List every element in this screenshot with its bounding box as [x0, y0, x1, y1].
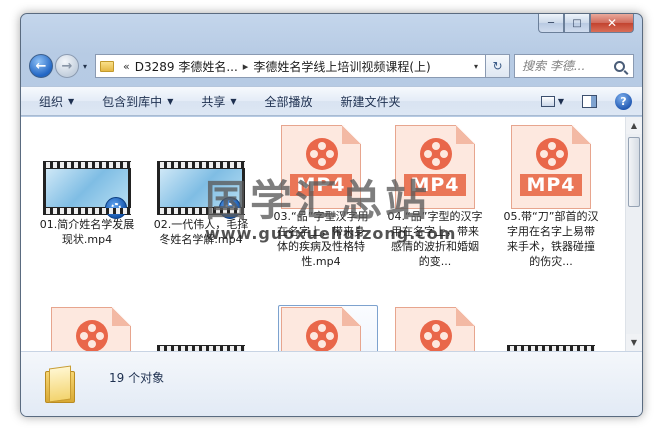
- file-extension-label: MP4: [404, 174, 466, 196]
- file-thumbnail: [383, 307, 487, 351]
- film-reel-icon: [536, 138, 568, 170]
- search-icon[interactable]: [614, 60, 625, 72]
- recent-pages-dropdown[interactable]: ▾: [79, 62, 91, 71]
- file-list[interactable]: 01.简介姓名学发展现状.mp4 02.一代伟人，毛择冬姓名学解.mp4 MP4…: [21, 117, 642, 351]
- refresh-button[interactable]: ↻: [486, 54, 510, 78]
- folder-icon: [100, 60, 114, 72]
- minimize-button[interactable]: ─: [538, 14, 564, 33]
- file-thumbnail: MP4: [383, 125, 487, 209]
- player-badge-icon: [105, 197, 127, 219]
- command-bar-right: ▼ ?: [540, 92, 642, 110]
- breadcrumb-separator[interactable]: ▸: [238, 60, 254, 73]
- file-name: 04.“品”字型的汉字用在名字上，带来感情的波折和婚姻的变...: [387, 210, 483, 268]
- play-all-button[interactable]: 全部播放: [265, 93, 313, 110]
- folder-icon: [45, 365, 75, 403]
- file-thumbnail: MP4: [499, 125, 603, 209]
- film-reel-icon: [420, 138, 452, 170]
- item-count: 19 个对象: [109, 370, 165, 385]
- file-item[interactable]: MP4 03.“品”字型汉字用在名字上，带来身体的疾病及性格特性.mp4: [269, 125, 373, 269]
- file-name: 03.“品”字型汉字用在名字上，带来身体的疾病及性格特性.mp4: [273, 210, 369, 268]
- organize-label: 组织: [39, 94, 64, 109]
- film-reel-icon: [420, 320, 452, 351]
- chevron-down-icon: ▼: [68, 96, 75, 106]
- command-bar: 组织 ▼ 包含到库中 ▼ 共享 ▼ 全部播放 新建文件夹 ▼ ?: [21, 86, 642, 116]
- file-thumbnail: [39, 307, 143, 351]
- explorer-window: ─ □ ✕ ← → ▾ « D3289 李德姓名... ▸ 李德姓名学线上培训视…: [20, 13, 643, 417]
- maximize-button[interactable]: □: [564, 14, 590, 33]
- video-thumbnail: [43, 161, 131, 219]
- file-thumbnail: [149, 133, 253, 219]
- refresh-icon: ↻: [492, 59, 503, 73]
- file-item[interactable]: MP4 05.带“刀”部首的汉字用在名字上易带来手术，铁器碰撞的伤灾...: [499, 125, 603, 269]
- view-options-dropdown[interactable]: ▼: [558, 97, 564, 106]
- mp4-file-icon: [281, 307, 361, 351]
- film-reel-icon: [306, 320, 338, 351]
- file-item[interactable]: [39, 307, 143, 351]
- file-item[interactable]: 01.简介姓名学发展现状.mp4: [35, 133, 139, 247]
- share-menu[interactable]: 共享 ▼: [201, 93, 236, 110]
- player-badge-icon: [219, 197, 241, 219]
- chevron-down-icon: ▼: [167, 96, 174, 106]
- file-thumbnail: [499, 313, 603, 351]
- file-thumbnail: [149, 313, 253, 351]
- breadcrumb-parent[interactable]: D3289 李德姓名...: [135, 58, 238, 75]
- new-folder-button[interactable]: 新建文件夹: [341, 93, 401, 110]
- search-input[interactable]: [522, 59, 612, 73]
- file-item[interactable]: 02.一代伟人，毛择冬姓名学解.mp4: [149, 133, 253, 247]
- vertical-scrollbar[interactable]: ▲ ▼: [625, 117, 642, 351]
- navigation-row: ← → ▾ « D3289 李德姓名... ▸ 李德姓名学线上培训视频课程(上)…: [29, 52, 634, 80]
- include-in-library-menu[interactable]: 包含到库中 ▼: [102, 93, 173, 110]
- file-item[interactable]: [149, 313, 253, 351]
- file-item[interactable]: [269, 307, 373, 351]
- file-item[interactable]: [383, 307, 487, 351]
- back-button[interactable]: ←: [29, 54, 53, 78]
- close-button[interactable]: ✕: [590, 14, 634, 33]
- scroll-up-arrow-icon[interactable]: ▲: [626, 117, 642, 134]
- file-extension-label: MP4: [520, 174, 582, 196]
- file-item[interactable]: MP4 04.“品”字型的汉字用在名字上，带来感情的波折和婚姻的变...: [383, 125, 487, 269]
- mp4-file-icon: [395, 307, 475, 351]
- file-name: 05.带“刀”部首的汉字用在名字上易带来手术，铁器碰撞的伤灾...: [503, 210, 599, 268]
- mp4-file-icon: [51, 307, 131, 351]
- forward-button[interactable]: →: [55, 54, 79, 78]
- scrollbar-thumb[interactable]: [628, 137, 640, 207]
- mp4-file-icon: MP4: [511, 125, 591, 209]
- file-thumbnail: [269, 307, 373, 351]
- chevron-down-icon: ▼: [230, 96, 237, 106]
- overflow-chevrons[interactable]: «: [118, 60, 135, 73]
- file-extension-label: MP4: [290, 174, 352, 196]
- scroll-down-arrow-icon[interactable]: ▼: [626, 334, 642, 351]
- file-item[interactable]: [499, 313, 603, 351]
- file-name: 01.简介姓名学发展现状.mp4: [39, 218, 135, 246]
- change-view-icon[interactable]: [540, 95, 555, 107]
- mp4-file-icon: MP4: [395, 125, 475, 209]
- address-dropdown[interactable]: ▾: [467, 62, 485, 71]
- details-pane: 19 个对象: [21, 351, 642, 416]
- video-thumbnail: [157, 161, 245, 219]
- share-label: 共享: [201, 94, 226, 109]
- preview-pane-icon[interactable]: [582, 94, 597, 108]
- search-box[interactable]: [514, 54, 634, 78]
- address-bar[interactable]: « D3289 李德姓名... ▸ 李德姓名学线上培训视频课程(上) ▾: [95, 54, 486, 78]
- organize-menu[interactable]: 组织 ▼: [39, 93, 74, 110]
- file-thumbnail: [35, 133, 139, 219]
- help-icon[interactable]: ?: [615, 92, 632, 110]
- mp4-file-icon: MP4: [281, 125, 361, 209]
- include-in-library-label: 包含到库中: [102, 94, 163, 109]
- breadcrumb-current[interactable]: 李德姓名学线上培训视频课程(上): [253, 58, 430, 75]
- file-thumbnail: MP4: [269, 125, 373, 209]
- film-reel-icon: [76, 320, 108, 351]
- film-reel-icon: [306, 138, 338, 170]
- file-name: 02.一代伟人，毛择冬姓名学解.mp4: [153, 218, 249, 246]
- caption-buttons: ─ □ ✕: [538, 14, 634, 33]
